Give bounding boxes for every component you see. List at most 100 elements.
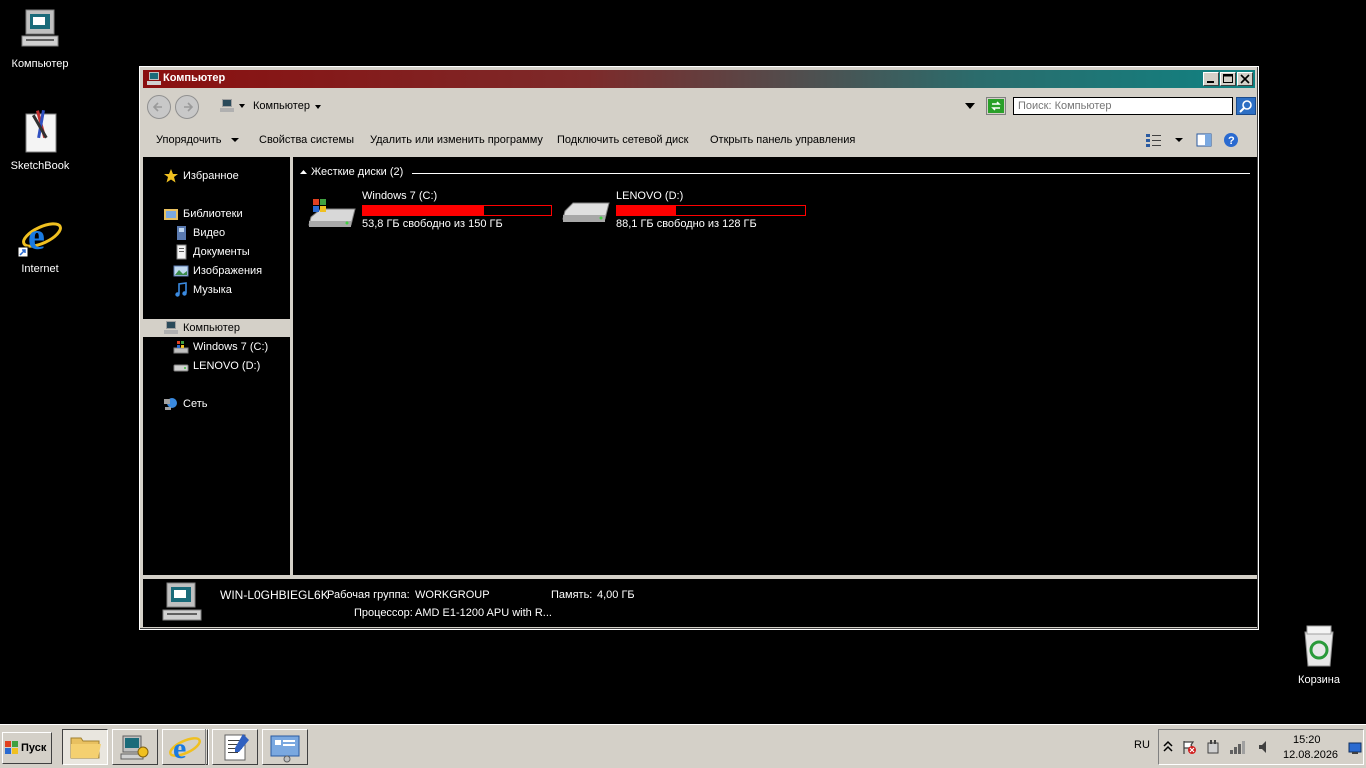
computer-icon — [162, 582, 202, 621]
desktop-icon-computer[interactable]: Компьютер — [2, 6, 78, 70]
computer-name: WIN-L0GHBIEGL6K — [220, 588, 329, 602]
internet-explorer-icon: e — [17, 216, 62, 258]
taskbar-button-control-panel[interactable] — [262, 729, 308, 765]
show-desktop-icon[interactable] — [1348, 741, 1362, 755]
forward-button[interactable] — [175, 95, 199, 119]
drive-usage-fill — [363, 206, 484, 215]
system-drive-icon — [173, 341, 189, 354]
svg-text:?: ? — [1228, 135, 1235, 147]
image-icon — [173, 265, 189, 277]
details-pane: WIN-L0GHBIEGL6K Рабочая группа: WORKGROU… — [143, 579, 1257, 627]
desktop-icon-sketchbook[interactable]: SketchBook — [2, 108, 78, 172]
system-properties-button[interactable]: Свойства системы — [259, 134, 354, 146]
video-icon — [177, 226, 186, 240]
language-indicator[interactable]: RU — [1134, 739, 1150, 751]
minimize-button[interactable] — [1203, 72, 1219, 86]
group-divider — [412, 173, 1250, 174]
show-hidden-icons-icon[interactable] — [1163, 740, 1173, 754]
address-bar[interactable]: Компьютер — [215, 95, 983, 117]
open-control-panel-button[interactable]: Открыть панель управления — [710, 134, 855, 146]
caret-down-icon[interactable] — [239, 103, 245, 109]
clock-time[interactable]: 15:20 — [1293, 734, 1321, 746]
star-icon — [164, 169, 178, 183]
uninstall-program-button[interactable]: Удалить или изменить программу — [370, 134, 543, 146]
drive-tile-c[interactable]: Windows 7 (C:) 53,8 ГБ свободно из 150 Г… — [307, 187, 557, 231]
taskbar-button-computer-manager[interactable] — [112, 729, 158, 765]
network-signal-icon[interactable] — [1229, 739, 1247, 755]
start-button[interactable]: Пуск — [2, 732, 52, 764]
notepad-icon — [224, 734, 249, 761]
search-button[interactable] — [1236, 97, 1256, 115]
computer-icon — [164, 321, 178, 334]
nav-label: Музыка — [193, 284, 232, 296]
taskbar-button-notepad[interactable] — [212, 729, 258, 765]
preview-pane-icon[interactable] — [1196, 133, 1212, 147]
start-label: Пуск — [21, 742, 47, 754]
hard-drive-icon — [173, 364, 189, 372]
workgroup-value: WORKGROUP — [415, 589, 490, 601]
drive-name: Windows 7 (C:) — [362, 190, 438, 202]
search-input[interactable] — [1013, 97, 1233, 115]
help-icon[interactable]: ? — [1223, 132, 1239, 148]
change-view-icon[interactable] — [1145, 133, 1163, 147]
close-button[interactable] — [1237, 72, 1253, 86]
action-center-flag-icon[interactable] — [1181, 739, 1197, 755]
nav-libraries[interactable]: Библиотеки — [164, 208, 243, 220]
window-title: Компьютер — [163, 72, 226, 84]
nav-network[interactable]: Сеть — [164, 398, 208, 410]
desktop-icon-internet[interactable]: e Internet — [2, 211, 78, 275]
minimize-icon — [1207, 81, 1214, 83]
title-bar[interactable]: Компьютер — [143, 70, 1255, 88]
nav-favorites[interactable]: Избранное — [164, 169, 239, 183]
caret-down-icon — [230, 138, 239, 142]
nav-drive-c[interactable]: Windows 7 (C:) — [173, 341, 269, 354]
taskbar-button-internet-explorer[interactable]: e — [162, 729, 208, 765]
nav-music[interactable]: Музыка — [175, 282, 232, 297]
nav-label: Windows 7 (C:) — [193, 341, 269, 353]
desktop-icon-label: Internet — [21, 263, 59, 275]
organize-button[interactable]: Упорядочить — [156, 134, 239, 146]
group-header-hard-disks[interactable]: Жесткие диски (2) — [300, 166, 1250, 180]
dropdown-arrow-icon[interactable] — [965, 102, 975, 110]
map-network-drive-button[interactable]: Подключить сетевой диск — [557, 134, 688, 146]
memory-label: Память: — [551, 589, 593, 601]
nav-label: Избранное — [183, 170, 239, 182]
volume-icon[interactable] — [1257, 739, 1271, 755]
caret-down-icon[interactable] — [315, 104, 321, 110]
network-icon — [164, 398, 177, 410]
nav-label: Сеть — [183, 398, 208, 410]
drive-usage-bar — [616, 205, 806, 216]
system-drive-icon — [308, 199, 356, 227]
address-location[interactable]: Компьютер — [253, 100, 310, 112]
refresh-button[interactable] — [986, 97, 1006, 115]
cpu-value: AMD E1-1200 APU with R... — [415, 607, 552, 619]
workgroup-label: Рабочая группа: — [327, 589, 410, 601]
group-header-label: Жесткие диски (2) — [311, 166, 404, 178]
taskbar: Пуск e RU 15:20 12.08.2026 — [0, 724, 1366, 768]
maximize-icon — [1223, 74, 1233, 83]
computer-settings-icon — [120, 735, 149, 760]
nav-documents[interactable]: Документы — [176, 244, 250, 260]
desktop-icon-recycle-bin[interactable]: Корзина — [1281, 622, 1357, 686]
nav-drive-d[interactable]: LENOVO (D:) — [173, 360, 260, 372]
collapse-chevron-icon[interactable] — [300, 169, 307, 174]
nav-label: Документы — [193, 246, 250, 258]
desktop-icon-label: Компьютер — [11, 58, 69, 70]
explorer-window: Компьютер Компьютер Поиск: Компьютер Упо… — [139, 66, 1259, 630]
taskbar-button-explorer[interactable] — [62, 729, 108, 765]
taskbar-separator — [205, 729, 209, 765]
caret-down-icon[interactable] — [1175, 137, 1183, 143]
nav-video[interactable]: Видео — [177, 226, 225, 240]
nav-images[interactable]: Изображения — [173, 265, 262, 277]
sketchbook-icon — [25, 110, 57, 153]
nav-computer[interactable]: Компьютер — [164, 321, 240, 334]
computer-icon — [21, 9, 59, 47]
control-panel-icon — [270, 735, 300, 763]
back-button[interactable] — [147, 95, 171, 119]
power-plug-icon[interactable] — [1205, 739, 1221, 755]
maximize-button[interactable] — [1220, 72, 1236, 86]
hard-drive-icon — [562, 202, 610, 222]
clock-date[interactable]: 12.08.2026 — [1283, 749, 1338, 761]
drive-tile-d[interactable]: LENOVO (D:) 88,1 ГБ свободно из 128 ГБ — [561, 187, 811, 231]
computer-icon — [147, 72, 161, 85]
